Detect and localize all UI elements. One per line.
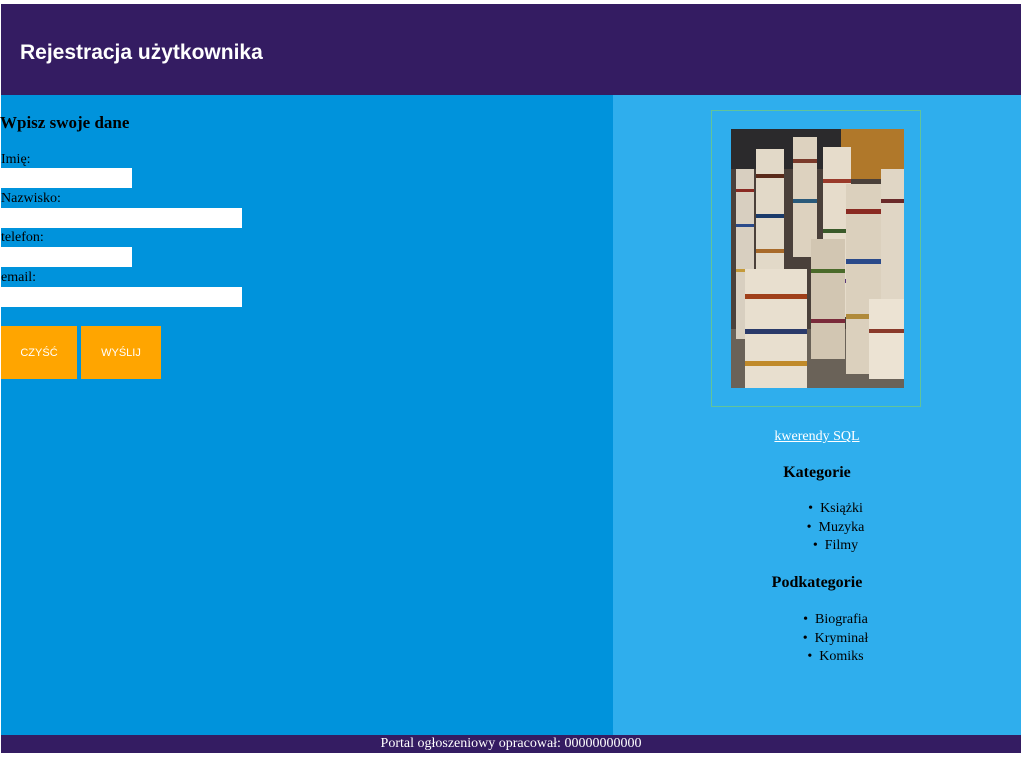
- page-title: Rejestracja użytkownika: [20, 41, 263, 64]
- subcategory-item-crime: Kryminał: [613, 630, 1021, 649]
- header: Rejestracja użytkownika: [1, 4, 1021, 95]
- category-item-music: Muzyka: [613, 519, 1021, 538]
- subcategories-title: Podkategorie: [771, 574, 863, 591]
- clear-button[interactable]: CZYŚĆ: [1, 326, 77, 379]
- footer: Portal ogłoszeniowy opracował: 000000000…: [1, 735, 1021, 753]
- email-input[interactable]: [1, 287, 242, 307]
- phone-label: telefon:: [1, 230, 44, 245]
- email-label: email:: [1, 270, 36, 285]
- last-name-label: Nazwisko:: [1, 191, 61, 206]
- first-name-label: Imię:: [1, 152, 31, 167]
- form-title: Wpisz swoje dane: [0, 113, 130, 132]
- categories-title: Kategorie: [783, 464, 851, 481]
- books-photo: [731, 129, 904, 388]
- category-item-movies: Filmy: [613, 537, 1021, 556]
- first-name-input[interactable]: [1, 168, 132, 188]
- last-name-input[interactable]: [1, 208, 242, 228]
- categories-list: Książki Muzyka Filmy: [613, 500, 1021, 556]
- submit-button[interactable]: WYŚLIJ: [81, 326, 161, 379]
- form-panel: [1, 95, 613, 735]
- category-item-books: Książki: [613, 500, 1021, 519]
- subcategory-item-comic: Komiks: [613, 648, 1021, 667]
- phone-input[interactable]: [1, 247, 132, 267]
- sql-queries-link[interactable]: kwerendy SQL: [613, 429, 1021, 445]
- subcategories-list: Biografia Kryminał Komiks: [613, 611, 1021, 667]
- page: Rejestracja użytkownika Wpisz swoje dane…: [0, 0, 1024, 757]
- books-illustration: [731, 129, 904, 388]
- subcategory-item-biography: Biografia: [613, 611, 1021, 630]
